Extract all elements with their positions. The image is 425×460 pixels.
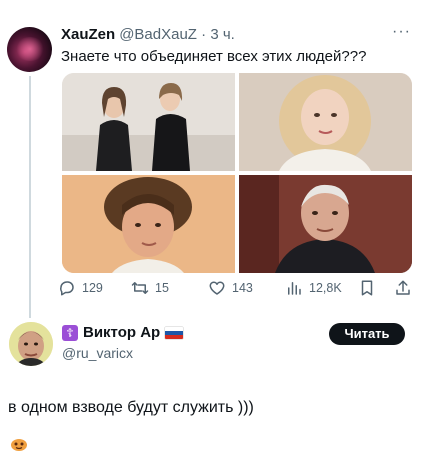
more-horizontal-icon[interactable]: ··· (392, 23, 411, 41)
photo-3[interactable] (62, 175, 235, 273)
emoji-icon (10, 438, 28, 452)
photo-1[interactable] (62, 73, 235, 171)
reply-author-handle[interactable]: @ru_varicx (62, 345, 133, 361)
reply-author-avatar[interactable] (9, 322, 53, 366)
retweet-count: 15 (155, 281, 169, 295)
heart-icon (209, 281, 225, 295)
views-count: 12,8K (309, 281, 342, 295)
tweet-actions: 129 15 143 12,8K (58, 278, 414, 298)
tweet-header: XauZen @BadXauZ · 3 ч. (61, 26, 235, 43)
photo-2[interactable] (239, 73, 412, 171)
author-name[interactable]: XauZen (61, 26, 115, 43)
share-button[interactable] (394, 278, 412, 298)
orthodox-cross-icon: ☦ (62, 324, 78, 341)
share-icon (396, 280, 410, 295)
tweet-time[interactable]: 3 ч. (210, 26, 235, 43)
retweet-icon (131, 282, 149, 294)
russia-flag-icon (165, 326, 184, 339)
reply-icon (60, 281, 74, 296)
retweet-button[interactable]: 15 (131, 278, 169, 298)
author-avatar[interactable] (7, 27, 52, 72)
like-count: 143 (232, 281, 253, 295)
reply-author-name-row: ☦ Виктор Ар (62, 324, 184, 341)
reply-count: 129 (82, 281, 103, 295)
photo-grid (62, 73, 412, 273)
views-button[interactable]: 12,8K (285, 278, 342, 298)
views-icon (288, 282, 301, 295)
reply-author-name[interactable]: Виктор Ар (83, 324, 160, 341)
bookmark-icon (361, 280, 373, 296)
follow-button[interactable]: Читать (329, 323, 405, 345)
reply-text: в одном взводе будут служить ))) (8, 399, 254, 416)
tweet-text: Знаете что объединяет всех этих людей??? (61, 48, 367, 65)
bookmark-button[interactable] (358, 278, 376, 298)
reply-button[interactable]: 129 (58, 278, 103, 298)
like-button[interactable]: 143 (208, 278, 253, 298)
author-handle[interactable]: @BadXauZ (119, 26, 197, 43)
thread-line (29, 76, 31, 318)
photo-4[interactable] (239, 175, 412, 273)
